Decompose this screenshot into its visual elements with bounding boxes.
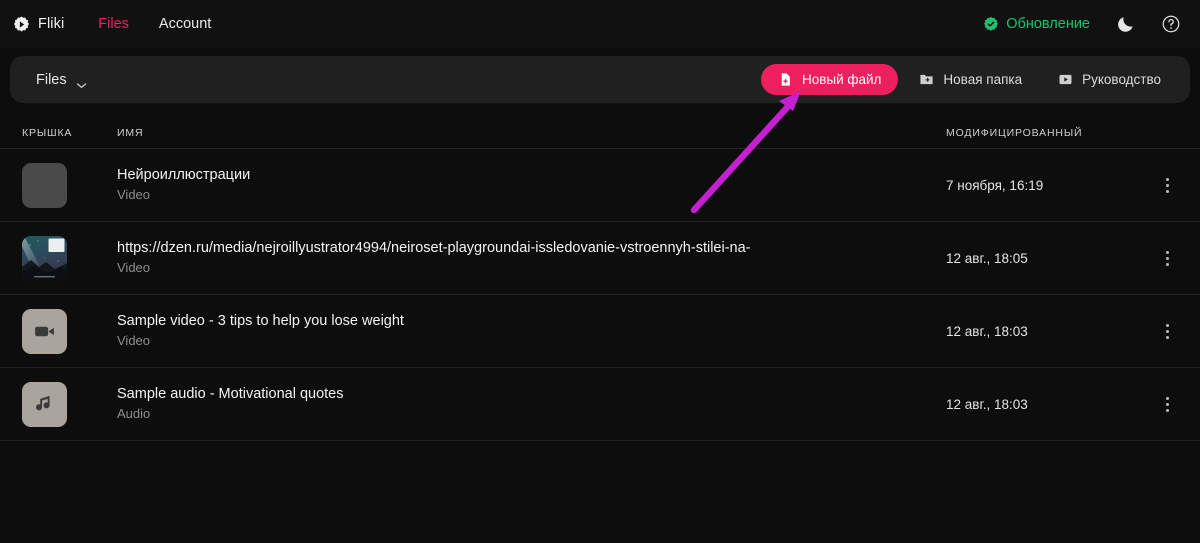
- new-folder-button[interactable]: Новая папка: [904, 64, 1037, 95]
- kebab-menu-icon[interactable]: [1156, 174, 1178, 196]
- fliki-files-page: Fliki Files Account Обновление Files Нов…: [0, 0, 1200, 543]
- row-cover-cell: [22, 162, 117, 208]
- file-title: Sample video - 3 tips to help you lose w…: [117, 313, 404, 330]
- row-actions-cell: [1141, 393, 1178, 415]
- breadcrumb-label: Files: [36, 71, 67, 88]
- top-navigation-bar: Fliki Files Account Обновление: [0, 0, 1200, 48]
- folder-add-icon: [919, 72, 934, 87]
- breadcrumb-files-dropdown[interactable]: Files: [36, 71, 87, 89]
- row-name-cell: Нейроиллюстрации Video: [117, 167, 946, 203]
- nav-links: Files Account: [98, 16, 211, 32]
- brand-logo[interactable]: Fliki: [13, 15, 65, 33]
- column-header-name: ИМЯ: [117, 127, 144, 139]
- new-file-label: Новый файл: [801, 72, 882, 87]
- row-actions-cell: [1141, 247, 1178, 269]
- column-header-modified: МОДИФИЦИРОВАННЫЙ: [946, 127, 1083, 139]
- table-header-row: КРЫШКА ИМЯ МОДИФИЦИРОВАННЫЙ: [0, 118, 1200, 149]
- row-name-cell: Sample video - 3 tips to help you lose w…: [117, 313, 946, 349]
- row-name-cell: Sample audio - Motivational quotes Audio: [117, 386, 946, 422]
- video-thumbnail: [22, 308, 67, 354]
- row-cover-cell: [22, 308, 117, 354]
- kebab-menu-icon[interactable]: [1156, 320, 1178, 342]
- kebab-menu-icon[interactable]: [1156, 393, 1178, 415]
- fliki-play-badge-icon: [13, 15, 30, 33]
- file-modified-date: 12 авг., 18:03: [946, 396, 1028, 412]
- file-type: Video: [117, 186, 151, 202]
- chevron-down-icon: [76, 76, 87, 89]
- new-file-button[interactable]: Новый файл: [760, 64, 899, 95]
- question-circle-icon[interactable]: [1160, 13, 1182, 35]
- music-note-icon: [34, 393, 56, 415]
- new-folder-label: Новая папка: [943, 72, 1023, 87]
- files-table: КРЫШКА ИМЯ МОДИФИЦИРОВАННЫЙ Нейроиллюстр…: [0, 118, 1200, 441]
- nav-link-files[interactable]: Files: [98, 16, 129, 32]
- top-nav-right-cluster: Обновление: [983, 13, 1182, 35]
- file-type: Video: [117, 259, 151, 275]
- file-modified-date: 12 авг., 18:05: [946, 250, 1028, 266]
- row-name-cell: https://dzen.ru/media/nejroillyustrator4…: [117, 240, 946, 276]
- toolbar-actions: Новый файл Новая папка Руководство: [760, 64, 1176, 95]
- moon-icon[interactable]: [1114, 13, 1136, 35]
- verified-badge-icon: [983, 16, 999, 32]
- file-modified-date: 12 авг., 18:03: [946, 323, 1028, 339]
- kebab-menu-icon[interactable]: [1156, 247, 1178, 269]
- file-add-icon: [778, 72, 793, 87]
- update-button[interactable]: Обновление: [983, 16, 1090, 32]
- table-row[interactable]: https://dzen.ru/media/nejroillyustrator4…: [0, 222, 1200, 295]
- table-row[interactable]: Sample video - 3 tips to help you lose w…: [0, 295, 1200, 368]
- guide-button[interactable]: Руководство: [1043, 64, 1176, 95]
- video-play-icon: [1058, 72, 1073, 87]
- night-sky-thumbnail-image: [22, 235, 67, 281]
- audio-thumbnail: [22, 381, 67, 427]
- update-label: Обновление: [1006, 16, 1090, 32]
- file-modified-date: 7 ноября, 16:19: [946, 177, 1044, 193]
- nav-link-account[interactable]: Account: [159, 16, 211, 32]
- blank-thumbnail: [22, 162, 67, 208]
- table-row[interactable]: Нейроиллюстрации Video 7 ноября, 16:19: [0, 149, 1200, 222]
- video-camera-icon: [33, 320, 56, 343]
- night-sky-thumbnail: [22, 235, 67, 281]
- file-type: Video: [117, 332, 151, 348]
- file-title: Sample audio - Motivational quotes: [117, 386, 344, 403]
- column-header-cover: КРЫШКА: [22, 127, 73, 139]
- file-title: Нейроиллюстрации: [117, 167, 251, 184]
- guide-label: Руководство: [1082, 72, 1161, 87]
- table-row[interactable]: Sample audio - Motivational quotes Audio…: [0, 368, 1200, 441]
- file-title: https://dzen.ru/media/nejroillyustrator4…: [117, 240, 751, 257]
- file-type: Audio: [117, 405, 151, 421]
- row-actions-cell: [1141, 320, 1178, 342]
- row-cover-cell: [22, 381, 117, 427]
- brand-name-label: Fliki: [38, 16, 65, 32]
- row-cover-cell: [22, 235, 117, 281]
- files-toolbar: Files Новый файл Новая папка Руководство: [10, 56, 1190, 103]
- row-actions-cell: [1141, 174, 1178, 196]
